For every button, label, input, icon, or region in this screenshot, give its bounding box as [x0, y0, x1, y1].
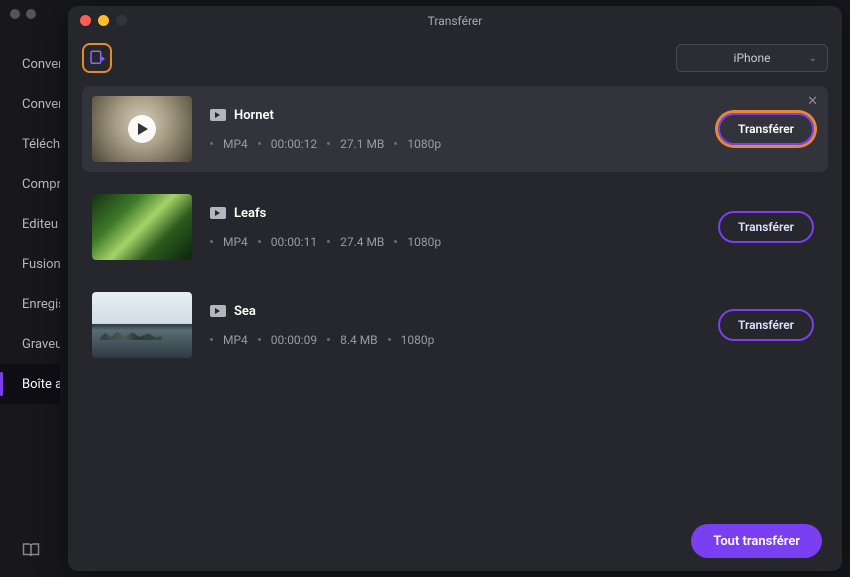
transfer-button[interactable]: Transférer — [718, 309, 814, 341]
item-res: 1080p — [407, 235, 441, 249]
play-button[interactable] — [128, 115, 156, 143]
item-size: 8.4 MB — [340, 333, 378, 347]
item-duration: 00:00:09 — [271, 333, 317, 347]
video-icon — [210, 305, 226, 317]
thumbnail[interactable] — [92, 292, 192, 358]
transfer-modal: Transférer iPhone ⌄ ✕ — [68, 6, 842, 571]
close-window-button[interactable] — [80, 15, 91, 26]
sidebar-item-convert-1[interactable]: Conver — [0, 44, 60, 84]
sidebar-item-label: Conver — [22, 57, 60, 72]
add-file-button[interactable] — [82, 43, 112, 73]
list-item[interactable]: ✕ Hornet MP4 00:00:12 — [82, 86, 828, 172]
item-title: Sea — [234, 304, 256, 319]
sidebar-item-label: Enregis — [22, 297, 60, 312]
sidebar-item-toolbox[interactable]: Boîte a — [0, 364, 60, 404]
sidebar-item-label: Compr — [22, 177, 60, 192]
video-icon — [210, 109, 226, 121]
item-duration: 00:00:11 — [271, 235, 317, 249]
modal-footer: Tout transférer — [68, 511, 842, 571]
play-overlay — [92, 96, 192, 162]
sidebar-item-download[interactable]: Téléch — [0, 124, 60, 164]
item-res: 1080p — [407, 137, 441, 151]
sidebar-item-label: Téléch — [22, 137, 60, 152]
sidebar-item-label: Graveu — [22, 337, 60, 352]
transfer-button[interactable]: Transférer — [718, 113, 814, 145]
item-format: MP4 — [223, 137, 248, 151]
modal-toolbar: iPhone ⌄ — [68, 36, 842, 80]
item-title: Hornet — [234, 108, 274, 123]
list-item[interactable]: Leafs MP4 00:00:11 27.4 MB 1080p Transfé… — [82, 184, 828, 270]
sidebar-item-convert-2[interactable]: Conver — [0, 84, 60, 124]
book-icon[interactable] — [22, 541, 40, 563]
item-duration: 00:00:12 — [271, 137, 317, 151]
modal-titlebar: Transférer — [68, 6, 842, 36]
list-item[interactable]: Sea MP4 00:00:09 8.4 MB 1080p Transférer — [82, 282, 828, 368]
device-select-value: iPhone — [734, 51, 771, 65]
sidebar-item-compress[interactable]: Compr — [0, 164, 60, 204]
sidebar-item-editor[interactable]: Editeu — [0, 204, 60, 244]
window-dot — [26, 9, 36, 19]
sidebar-item-burner[interactable]: Graveu — [0, 324, 60, 364]
thumbnail[interactable] — [92, 194, 192, 260]
item-size: 27.1 MB — [340, 137, 384, 151]
sidebar-item-label: Editeu — [22, 217, 58, 232]
item-res: 1080p — [401, 333, 435, 347]
remove-item-button[interactable]: ✕ — [807, 94, 818, 109]
items-list: ✕ Hornet MP4 00:00:12 — [68, 80, 842, 511]
sidebar-item-record[interactable]: Enregis — [0, 284, 60, 324]
sidebar-item-label: Fusion — [22, 257, 60, 272]
minimize-window-button[interactable] — [98, 15, 109, 26]
item-format: MP4 — [223, 235, 248, 249]
sidebar-item-label: Conver — [22, 97, 60, 112]
item-format: MP4 — [223, 333, 248, 347]
transfer-button[interactable]: Transférer — [718, 211, 814, 243]
sidebar-item-label: Boîte a — [22, 377, 60, 392]
device-select[interactable]: iPhone ⌄ — [676, 44, 828, 72]
zoom-window-button[interactable] — [116, 15, 127, 26]
window-dot — [10, 9, 20, 19]
sidebar: Conver Conver Téléch Compr Editeu Fusion… — [0, 28, 60, 577]
item-size: 27.4 MB — [340, 235, 384, 249]
sidebar-item-merge[interactable]: Fusion — [0, 244, 60, 284]
transfer-all-button[interactable]: Tout transférer — [691, 524, 822, 558]
video-icon — [210, 207, 226, 219]
modal-title: Transférer — [428, 14, 483, 28]
item-title: Leafs — [234, 206, 266, 221]
thumbnail[interactable] — [92, 96, 192, 162]
chevron-down-icon: ⌄ — [809, 53, 817, 64]
